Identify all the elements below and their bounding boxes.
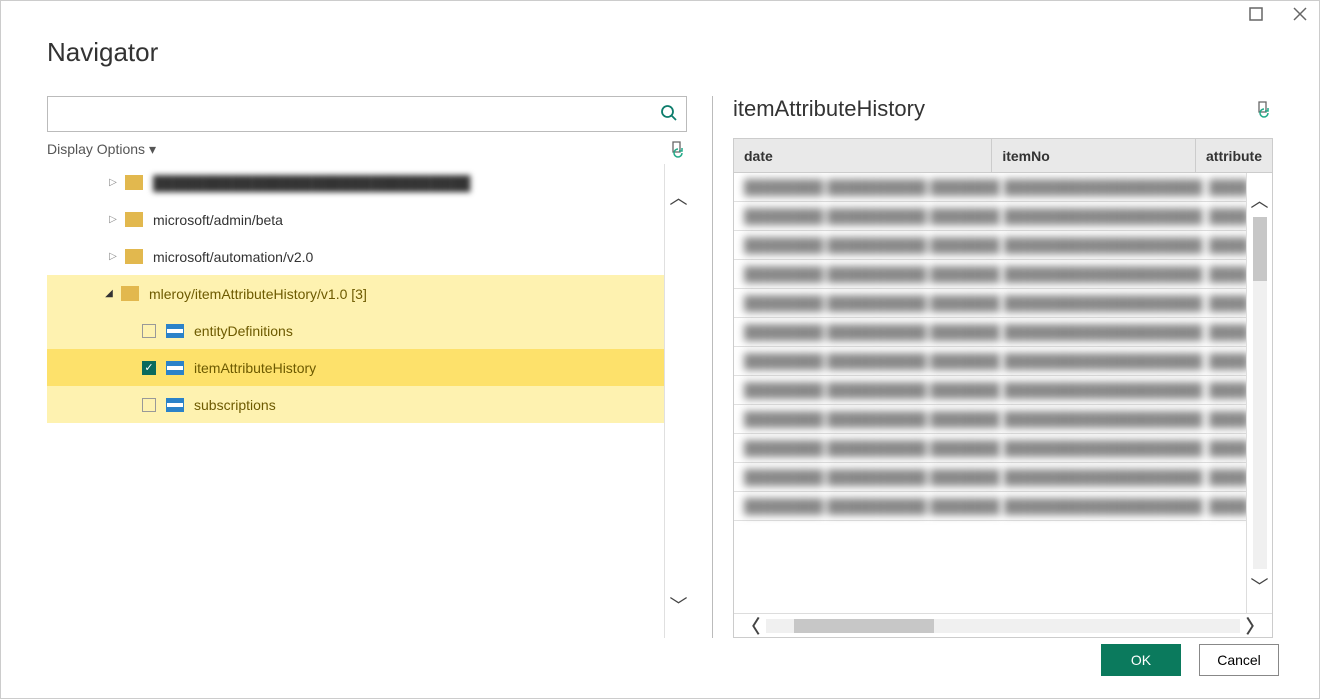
column-header-attribute[interactable]: attribute <box>1196 139 1272 172</box>
checkbox[interactable] <box>142 324 156 338</box>
scroll-up-icon[interactable]: ︿ <box>670 184 688 210</box>
scroll-left-icon[interactable]: 〈 <box>742 613 760 639</box>
chevron-right-icon: ▷ <box>107 251 119 262</box>
grid-row[interactable]: ████████ ██████████ ████████████████████… <box>734 347 1246 376</box>
scroll-thumb[interactable] <box>794 619 934 633</box>
close-icon[interactable] <box>1293 7 1307 21</box>
tree-table-label: itemAttributeHistory <box>194 360 316 376</box>
search-icon[interactable] <box>660 104 678 122</box>
preview-title: itemAttributeHistory <box>733 96 925 122</box>
grid-row[interactable]: ████████ ██████████ ████████████████████… <box>734 492 1246 521</box>
cancel-button[interactable]: Cancel <box>1199 644 1279 676</box>
grid-row[interactable]: ████████ ██████████ ████████████████████… <box>734 434 1246 463</box>
grid-row[interactable]: ████████ ██████████ ████████████████████… <box>734 318 1246 347</box>
tree-table-item[interactable]: entityDefinitions <box>47 312 664 349</box>
scroll-down-icon[interactable]: ﹀ <box>670 592 688 618</box>
grid-rows: ████████ ██████████ ████████████████████… <box>734 173 1246 613</box>
chevron-right-icon: ▷ <box>107 214 119 225</box>
tree-folder[interactable]: ▷ ████████████████████████████████ <box>47 164 664 201</box>
grid-row[interactable]: ████████ ██████████ ████████████████████… <box>734 260 1246 289</box>
folder-icon <box>125 212 143 227</box>
preview-grid: date itemNo attribute ████████ █████████… <box>733 138 1273 638</box>
tree-open-folder-group: ◢ mleroy/itemAttributeHistory/v1.0 [3] e… <box>47 275 664 423</box>
column-header-itemno[interactable]: itemNo <box>992 139 1196 172</box>
display-options-button[interactable]: Display Options ▾ <box>47 141 156 158</box>
tree: ▷ ████████████████████████████████ ▷ mic… <box>47 164 664 638</box>
search-input[interactable] <box>47 96 687 132</box>
grid-row[interactable]: ████████ ██████████ ████████████████████… <box>734 376 1246 405</box>
chevron-down-icon: ◢ <box>103 288 115 299</box>
scroll-up-icon[interactable]: ︿ <box>1251 187 1269 213</box>
chevron-right-icon: ▷ <box>107 177 119 188</box>
folder-icon <box>121 286 139 301</box>
tree-folder[interactable]: ▷ microsoft/admin/beta <box>47 201 664 238</box>
preview-panel: itemAttributeHistory date itemNo attribu… <box>733 96 1273 638</box>
checkbox-checked[interactable]: ✓ <box>142 361 156 375</box>
maximize-icon[interactable] <box>1249 7 1263 21</box>
tree-table-label: subscriptions <box>194 397 276 413</box>
table-icon <box>166 361 184 375</box>
tree-table-item[interactable]: subscriptions <box>47 386 664 423</box>
tree-folder-label: microsoft/automation/v2.0 <box>153 249 313 265</box>
tree-folder-label: microsoft/admin/beta <box>153 212 283 228</box>
tree-table-item-selected[interactable]: ✓ itemAttributeHistory <box>47 349 664 386</box>
table-icon <box>166 324 184 338</box>
table-icon <box>166 398 184 412</box>
dialog-title: Navigator <box>47 37 1273 68</box>
scroll-thumb[interactable] <box>1253 217 1267 281</box>
grid-vertical-scrollbar[interactable]: ︿ ﹀ <box>1246 173 1272 613</box>
column-header-date[interactable]: date <box>734 139 992 172</box>
dialog-footer: OK Cancel <box>1101 644 1279 676</box>
scroll-right-icon[interactable]: 〉 <box>1246 613 1264 639</box>
titlebar-controls <box>1249 7 1307 21</box>
grid-row[interactable]: ████████ ██████████ ████████████████████… <box>734 231 1246 260</box>
grid-header: date itemNo attribute <box>734 139 1272 173</box>
scroll-down-icon[interactable]: ﹀ <box>1251 573 1269 599</box>
refresh-tree-icon[interactable] <box>669 140 687 158</box>
folder-icon <box>125 175 143 190</box>
checkbox[interactable] <box>142 398 156 412</box>
refresh-preview-icon[interactable] <box>1255 100 1273 118</box>
tree-folder[interactable]: ▷ microsoft/automation/v2.0 <box>47 238 664 275</box>
tree-folder-open[interactable]: ◢ mleroy/itemAttributeHistory/v1.0 [3] <box>47 275 664 312</box>
grid-row[interactable]: ████████ ██████████ ████████████████████… <box>734 405 1246 434</box>
tree-folder-label: mleroy/itemAttributeHistory/v1.0 [3] <box>149 286 367 302</box>
tree-table-label: entityDefinitions <box>194 323 293 339</box>
left-panel: Display Options ▾ ▷ ████████████████████… <box>47 96 692 638</box>
vertical-divider <box>712 96 713 638</box>
grid-row[interactable]: ████████ ██████████ ████████████████████… <box>734 173 1246 202</box>
grid-row[interactable]: ████████ ██████████ ████████████████████… <box>734 463 1246 492</box>
chevron-down-icon: ▾ <box>149 141 156 158</box>
tree-vertical-scrollbar[interactable]: ︿ ﹀ <box>664 164 692 638</box>
navigator-dialog: Navigator Display Options ▾ <box>0 0 1320 699</box>
grid-row[interactable]: ████████ ██████████ ████████████████████… <box>734 202 1246 231</box>
grid-horizontal-scrollbar[interactable]: 〈 〉 <box>734 613 1272 637</box>
tree-folder-label: ████████████████████████████████ <box>153 175 470 191</box>
folder-icon <box>125 249 143 264</box>
grid-row[interactable]: ████████ ██████████ ████████████████████… <box>734 289 1246 318</box>
display-options-label: Display Options <box>47 141 145 157</box>
ok-button[interactable]: OK <box>1101 644 1181 676</box>
